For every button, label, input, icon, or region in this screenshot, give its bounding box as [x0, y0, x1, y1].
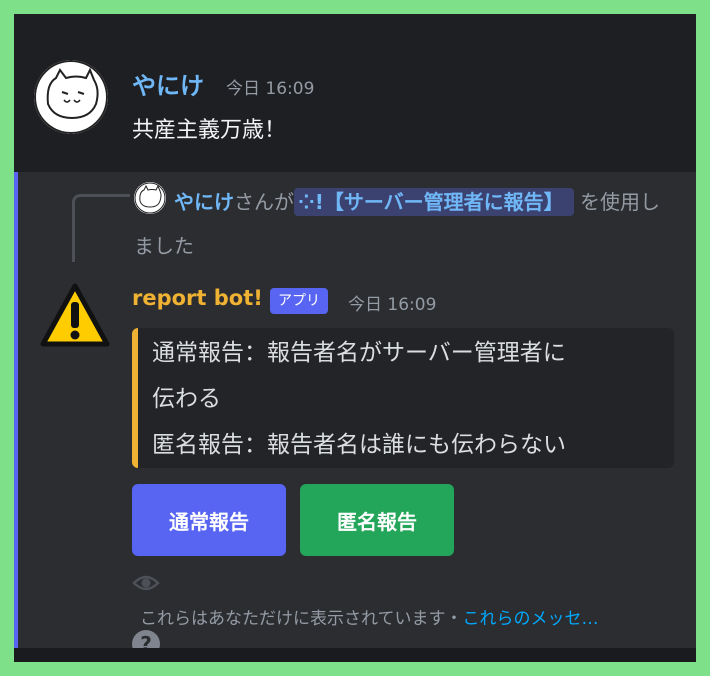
- reply-context: やにけさんが ⁘!【サーバー管理者に報告】 を使用しました: [134, 180, 674, 268]
- ephemeral-text: これらはあなただけに表示されています・: [140, 609, 463, 629]
- command-name: !【サーバー管理者に報告】: [314, 190, 564, 214]
- normal-report-button[interactable]: 通常報告: [132, 484, 286, 556]
- anonymous-report-button[interactable]: 匿名報告: [300, 484, 454, 556]
- reply-connector: [72, 194, 130, 262]
- reply-user-name[interactable]: やにけ: [174, 190, 234, 214]
- message-text: 共産主義万歳！: [132, 118, 287, 143]
- command-mention[interactable]: ⁘!【サーバー管理者に報告】: [294, 188, 574, 216]
- avatar[interactable]: [34, 60, 108, 134]
- message-2-ephemeral: やにけさんが ⁘!【サーバー管理者に報告】 を使用しました report bot!…: [14, 172, 696, 658]
- bottom-strip: [14, 648, 696, 662]
- reply-middle-text: さんが: [234, 190, 294, 214]
- bot-name[interactable]: report bot!: [132, 286, 263, 310]
- warning-icon: [40, 283, 110, 347]
- message-1: やにけ 今日 16:09 共産主義万歳！: [14, 14, 696, 172]
- chat-window: やにけ 今日 16:09 共産主義万歳！ やにけさんが ⁘!【サーバー管理者に報告…: [14, 14, 696, 662]
- timestamp: 今日 16:09: [348, 295, 437, 315]
- author-name[interactable]: やにけ: [132, 66, 204, 101]
- timestamp: 今日 16:09: [226, 79, 315, 99]
- embed-line: 通常報告：報告者名がサーバー管理者に: [152, 340, 566, 366]
- cat-face-icon: [34, 60, 108, 134]
- embed-line: 匿名報告：報告者名は誰にも伝わらない: [152, 432, 566, 458]
- embed: 通常報告：報告者名がサーバー管理者に 伝わる 匿名報告：報告者名は誰にも伝わらな…: [132, 328, 674, 468]
- app-badge: アプリ: [270, 288, 328, 314]
- dismiss-messages-link[interactable]: これらのメッセ…: [463, 609, 599, 629]
- ephemeral-notice: これらはあなただけに表示されています・これらのメッセ…: [140, 604, 599, 629]
- command-icon: ⁘: [298, 190, 315, 214]
- eye-icon: [132, 575, 160, 591]
- embed-line: 伝わる: [152, 386, 221, 412]
